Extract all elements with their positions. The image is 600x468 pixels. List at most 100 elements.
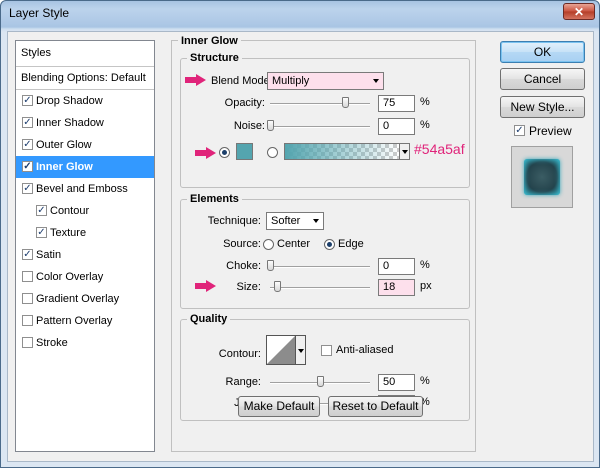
style-item[interactable]: ✓ Drop Shadow (16, 90, 154, 112)
style-item[interactable]: Gradient Overlay (16, 288, 154, 310)
styles-header[interactable]: Styles (16, 41, 154, 67)
style-checkbox[interactable]: ✓ (22, 161, 33, 172)
window-title: Layer Style (9, 6, 70, 20)
style-checkbox[interactable]: ✓ (22, 183, 33, 194)
gradient-picker[interactable] (284, 143, 400, 160)
opacity-slider-thumb[interactable] (342, 97, 349, 108)
chevron-down-icon (313, 219, 319, 223)
glow-color-swatch[interactable] (236, 143, 253, 160)
choke-label: Choke: (226, 260, 261, 272)
make-default-button[interactable]: Make Default (238, 396, 320, 417)
gradient-dropdown[interactable] (400, 143, 410, 160)
antialiased-label[interactable]: Anti-aliased (336, 344, 393, 356)
source-center-radio[interactable] (263, 239, 274, 250)
style-item[interactable]: Color Overlay (16, 266, 154, 288)
style-item[interactable]: ✓ Bevel and Emboss (16, 178, 154, 200)
blend-mode-select[interactable]: Multiply (267, 72, 384, 90)
style-item[interactable]: ✓ Contour (16, 200, 154, 222)
style-checkbox[interactable] (22, 271, 33, 282)
structure-group: Structure Blend Mode: Multiply Opacity: … (180, 52, 470, 188)
opacity-input[interactable]: 75 (378, 95, 415, 112)
range-slider-thumb[interactable] (317, 376, 324, 387)
style-checkbox[interactable] (22, 293, 33, 304)
size-slider-thumb[interactable] (274, 281, 281, 292)
size-slider[interactable] (270, 281, 370, 292)
style-preview-thumbnail (511, 146, 573, 208)
contour-curve-icon (267, 336, 295, 364)
noise-slider-thumb[interactable] (267, 120, 274, 131)
chevron-down-icon (298, 349, 304, 353)
gradient-radio[interactable] (267, 147, 278, 158)
range-input[interactable]: 50 (378, 374, 415, 391)
choke-unit: % (420, 259, 430, 271)
style-checkbox[interactable]: ✓ (22, 249, 33, 260)
style-item-label: Stroke (36, 337, 68, 349)
solid-color-radio[interactable] (219, 147, 230, 158)
style-checkbox[interactable]: ✓ (22, 117, 33, 128)
contour-dropdown[interactable] (296, 335, 306, 365)
reset-to-default-button[interactable]: Reset to Default (328, 396, 423, 417)
technique-select[interactable]: Softer (266, 212, 324, 230)
opacity-slider[interactable] (270, 97, 370, 108)
style-checkbox[interactable]: ✓ (36, 227, 47, 238)
style-item-label: Bevel and Emboss (36, 183, 128, 195)
style-checkbox[interactable] (22, 315, 33, 326)
noise-input[interactable]: 0 (378, 118, 415, 135)
opacity-unit: % (420, 96, 430, 108)
range-slider[interactable] (270, 376, 370, 387)
technique-label: Technique: (207, 215, 261, 227)
style-item[interactable]: ✓ Texture (16, 222, 154, 244)
color-hex-annotation: #54a5af (414, 141, 465, 157)
pointer-arrow-icon (185, 74, 206, 86)
preview-checkbox[interactable]: ✓ (514, 125, 525, 136)
source-center-label[interactable]: Center (277, 238, 310, 250)
opacity-label: Opacity: (224, 97, 265, 109)
style-item[interactable]: Stroke (16, 332, 154, 354)
quality-title: Quality (187, 313, 231, 325)
styles-list: Styles Blending Options: Default ✓ Drop S… (15, 40, 155, 452)
layer-style-dialog: Layer Style ✕ Styles Blending Options: D… (0, 0, 600, 468)
style-item[interactable]: ✓ Inner Shadow (16, 112, 154, 134)
style-item-label: Gradient Overlay (36, 293, 120, 305)
style-item-label: Color Overlay (36, 271, 104, 283)
ok-button[interactable]: OK (500, 41, 585, 63)
noise-slider[interactable] (267, 120, 370, 131)
source-label: Source: (223, 238, 261, 250)
style-item[interactable]: Pattern Overlay (16, 310, 154, 332)
style-checkbox[interactable]: ✓ (22, 95, 33, 106)
close-button[interactable]: ✕ (563, 3, 595, 20)
style-checkbox[interactable] (22, 337, 33, 348)
style-item-label: Contour (50, 205, 90, 217)
size-input[interactable]: 18 (378, 279, 415, 296)
contour-label: Contour: (218, 348, 261, 360)
antialiased-checkbox[interactable] (321, 345, 332, 356)
style-item[interactable]: ✓ Satin (16, 244, 154, 266)
size-label: Size: (236, 281, 261, 293)
blending-options-item[interactable]: Blending Options: Default (16, 67, 154, 90)
style-item-label: Drop Shadow (36, 95, 103, 107)
choke-slider-thumb[interactable] (267, 260, 274, 271)
contour-picker[interactable] (266, 335, 296, 365)
elements-title: Elements (187, 193, 242, 205)
style-checkbox[interactable]: ✓ (36, 205, 47, 216)
dialog-body: Styles Blending Options: Default ✓ Drop S… (7, 31, 594, 462)
technique-value: Softer (271, 215, 301, 227)
noise-label: Noise: (233, 120, 265, 132)
chevron-down-icon (402, 150, 408, 154)
style-item[interactable]: ✓ Inner Glow (16, 156, 154, 178)
style-checkbox[interactable]: ✓ (22, 139, 33, 150)
preview-label[interactable]: Preview (529, 124, 572, 138)
choke-input[interactable]: 0 (378, 258, 415, 275)
structure-title: Structure (187, 52, 242, 64)
style-item[interactable]: ✓ Outer Glow (16, 134, 154, 156)
source-edge-radio[interactable] (324, 239, 335, 250)
style-item-label: Outer Glow (36, 139, 92, 151)
cancel-button[interactable]: Cancel (500, 68, 585, 90)
choke-slider[interactable] (267, 260, 370, 271)
inner-glow-panel: Inner Glow Structure Blend Mode: Multipl… (171, 35, 476, 452)
new-style-button[interactable]: New Style... (500, 96, 585, 118)
blend-mode-value: Multiply (272, 75, 310, 87)
noise-unit: % (420, 119, 430, 131)
source-edge-label[interactable]: Edge (338, 238, 364, 250)
style-item-label: Inner Glow (36, 161, 93, 173)
